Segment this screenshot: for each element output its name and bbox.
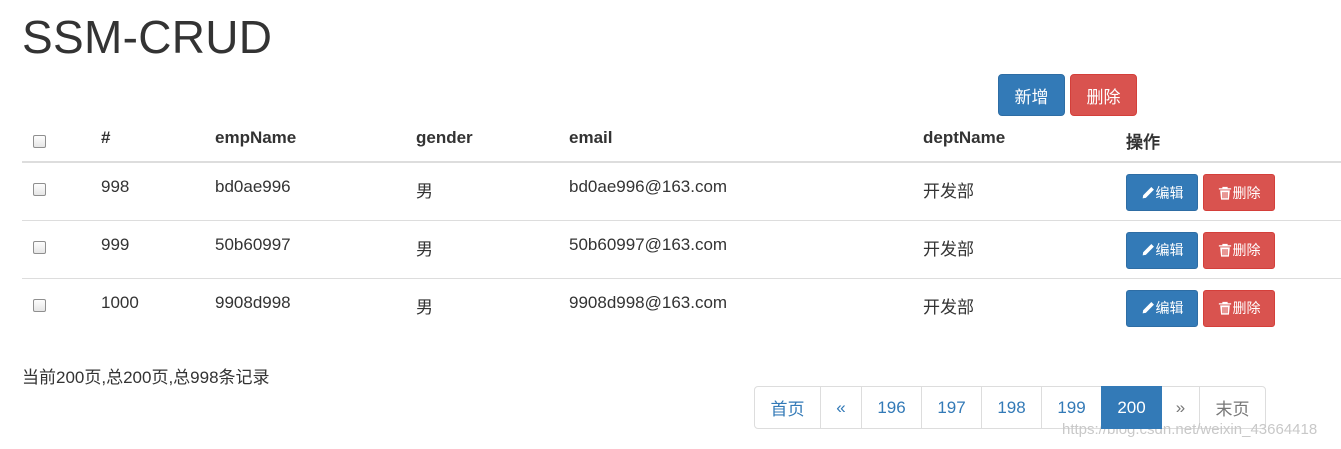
edit-label: 编辑 — [1155, 300, 1184, 316]
row-checkbox-cell — [22, 278, 101, 336]
edit-button[interactable]: 编辑 — [1126, 174, 1198, 211]
row-checkbox-cell — [22, 220, 101, 278]
trash-icon — [1218, 186, 1231, 200]
pencil-icon — [1142, 244, 1154, 256]
cell-gender: 男 — [416, 239, 433, 259]
cell-email: 9908d998@163.com — [569, 292, 728, 312]
header-deptname: deptName — [923, 128, 1006, 147]
cell-gender: 男 — [416, 297, 433, 317]
header-operations: 操作 — [1126, 133, 1160, 152]
cell-empname: 9908d998 — [215, 292, 291, 312]
pagination-page-200-active[interactable]: 200 — [1101, 386, 1162, 429]
delete-selected-button[interactable]: 删除 — [1070, 74, 1137, 116]
trash-icon — [1218, 243, 1231, 257]
delete-label: 删除 — [1232, 300, 1261, 316]
header-empname: empName — [215, 128, 297, 147]
cell-empname: bd0ae996 — [215, 177, 291, 196]
cell-id: 998 — [101, 177, 130, 196]
cell-operations: 编辑 删除 — [1126, 162, 1341, 220]
cell-operations: 编辑 删除 — [1126, 278, 1341, 336]
employee-table: # empName gender email deptName 操作 998 b… — [22, 116, 1341, 336]
header-gender: gender — [416, 128, 473, 147]
cell-id: 1000 — [101, 292, 139, 312]
cell-id: 999 — [101, 234, 130, 254]
pencil-icon — [1142, 186, 1154, 198]
table-row: 999 50b60997 男 50b60997@163.com 开发部 编辑 删… — [22, 220, 1341, 278]
delete-button[interactable]: 删除 — [1203, 231, 1275, 269]
header-email: email — [569, 128, 613, 147]
table-header-row: # empName gender email deptName 操作 — [22, 116, 1341, 162]
trash-icon — [1218, 301, 1231, 315]
edit-label: 编辑 — [1155, 242, 1184, 258]
pagination-page-198[interactable]: 198 — [981, 386, 1042, 429]
cell-email: bd0ae996@163.com — [569, 177, 728, 196]
page-info-text: 当前200页,总200页,总998条记录 — [22, 368, 270, 387]
cell-empname: 50b60997 — [215, 234, 291, 254]
table-row: 1000 9908d998 男 9908d998@163.com 开发部 编辑 … — [22, 278, 1341, 336]
pencil-icon — [1142, 302, 1154, 314]
row-checkbox[interactable] — [33, 183, 46, 196]
delete-label: 删除 — [1232, 242, 1261, 258]
cell-gender: 男 — [416, 182, 433, 201]
row-checkbox[interactable] — [33, 298, 46, 312]
add-button[interactable]: 新增 — [998, 74, 1065, 116]
row-checkbox[interactable] — [33, 240, 46, 254]
row-checkbox-cell — [22, 162, 101, 220]
pagination-page-197[interactable]: 197 — [921, 386, 982, 429]
cell-deptname: 开发部 — [923, 297, 974, 317]
table-row: 998 bd0ae996 男 bd0ae996@163.com 开发部 编辑 删… — [22, 162, 1341, 220]
cell-deptname: 开发部 — [923, 239, 974, 259]
select-all-checkbox[interactable] — [33, 135, 46, 148]
page-title: SSM-CRUD — [22, 11, 273, 63]
cell-deptname: 开发部 — [923, 182, 974, 201]
pagination-page-196[interactable]: 196 — [861, 386, 922, 429]
delete-button[interactable]: 删除 — [1203, 174, 1275, 211]
pagination-first[interactable]: 首页 — [754, 386, 821, 429]
delete-label: 删除 — [1232, 184, 1261, 201]
delete-button[interactable]: 删除 — [1203, 289, 1275, 327]
header-checkbox-cell — [22, 116, 101, 162]
page: SSM-CRUD 新增 删除 # empName gender email de… — [0, 0, 1341, 449]
cell-operations: 编辑 删除 — [1126, 220, 1341, 278]
cell-email: 50b60997@163.com — [569, 234, 728, 254]
pagination-prev[interactable]: « — [820, 386, 862, 429]
edit-button[interactable]: 编辑 — [1126, 289, 1198, 327]
edit-button[interactable]: 编辑 — [1126, 231, 1198, 269]
edit-label: 编辑 — [1155, 184, 1184, 201]
header-id: # — [101, 128, 111, 147]
